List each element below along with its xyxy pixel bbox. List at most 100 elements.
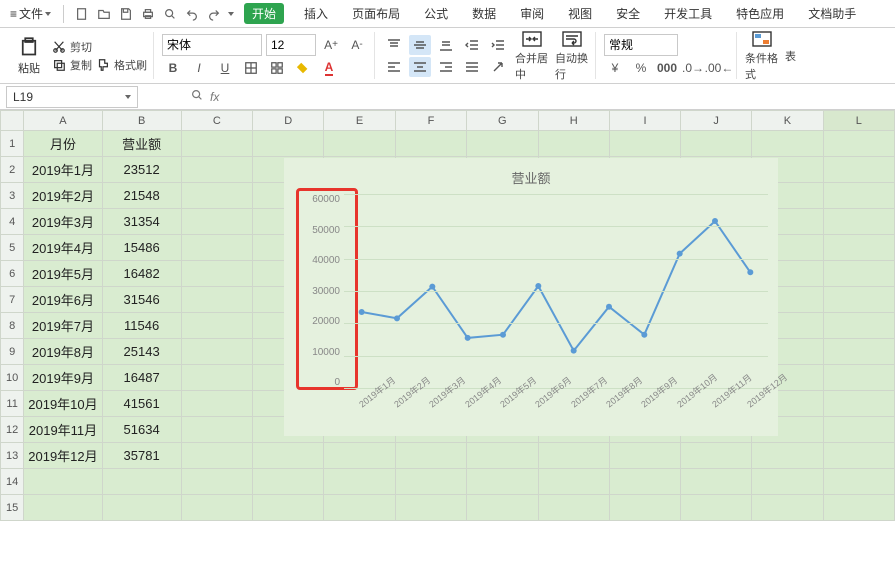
paste-button[interactable]: 粘贴 — [12, 36, 46, 76]
merge-center-button[interactable]: 合并居中 — [515, 30, 549, 82]
col-header-C[interactable]: C — [181, 111, 252, 131]
cell-B12[interactable]: 51634 — [102, 417, 181, 443]
bold-button[interactable]: B — [162, 58, 184, 78]
cell-G14[interactable] — [467, 469, 538, 495]
decrease-indent-icon[interactable] — [461, 35, 483, 55]
cell-J13[interactable] — [681, 443, 752, 469]
tab-doc-helper[interactable]: 文档助手 — [804, 3, 860, 24]
align-left-icon[interactable] — [383, 57, 405, 77]
cell-C11[interactable] — [181, 391, 252, 417]
cell-B7[interactable]: 31546 — [102, 287, 181, 313]
row-header-9[interactable]: 9 — [1, 339, 24, 365]
cell-A13[interactable]: 2019年12月 — [24, 443, 102, 469]
row-header-1[interactable]: 1 — [1, 131, 24, 157]
cell-A15[interactable] — [24, 495, 102, 521]
cell-I14[interactable] — [609, 469, 680, 495]
row-header-13[interactable]: 13 — [1, 443, 24, 469]
cell-A10[interactable]: 2019年9月 — [24, 365, 102, 391]
cell-B3[interactable]: 21548 — [102, 183, 181, 209]
cell-D1[interactable] — [253, 131, 324, 157]
file-menu-button[interactable]: ≡ 文件 — [4, 3, 57, 24]
cell-L3[interactable] — [823, 183, 894, 209]
cell-K1[interactable] — [752, 131, 823, 157]
col-header-J[interactable]: J — [681, 111, 752, 131]
cell-A2[interactable]: 2019年1月 — [24, 157, 102, 183]
cell-B5[interactable]: 15486 — [102, 235, 181, 261]
tab-view[interactable]: 视图 — [564, 3, 596, 24]
currency-icon[interactable]: ¥ — [604, 58, 626, 78]
col-header-H[interactable]: H — [538, 111, 609, 131]
cell-C1[interactable] — [181, 131, 252, 157]
cell-J1[interactable] — [681, 131, 752, 157]
cell-A9[interactable]: 2019年8月 — [24, 339, 102, 365]
row-header-5[interactable]: 5 — [1, 235, 24, 261]
align-bottom-icon[interactable] — [435, 35, 457, 55]
row-header-2[interactable]: 2 — [1, 157, 24, 183]
cell-F14[interactable] — [395, 469, 466, 495]
cell-C8[interactable] — [181, 313, 252, 339]
col-header-E[interactable]: E — [324, 111, 395, 131]
cell-L9[interactable] — [823, 339, 894, 365]
cell-C15[interactable] — [181, 495, 252, 521]
cell-J15[interactable] — [681, 495, 752, 521]
tab-developer[interactable]: 开发工具 — [660, 3, 716, 24]
number-format-select[interactable] — [604, 34, 678, 56]
cell-C6[interactable] — [181, 261, 252, 287]
cell-F15[interactable] — [395, 495, 466, 521]
cell-L10[interactable] — [823, 365, 894, 391]
tab-review[interactable]: 审阅 — [516, 3, 548, 24]
row-header-10[interactable]: 10 — [1, 365, 24, 391]
cell-L2[interactable] — [823, 157, 894, 183]
cell-B15[interactable] — [102, 495, 181, 521]
orientation-icon[interactable] — [487, 57, 509, 77]
undo-icon[interactable] — [184, 6, 200, 22]
cell-I15[interactable] — [609, 495, 680, 521]
cell-L5[interactable] — [823, 235, 894, 261]
row-header-15[interactable]: 15 — [1, 495, 24, 521]
cell-H1[interactable] — [538, 131, 609, 157]
wrap-text-button[interactable]: 自动换行 — [555, 30, 589, 82]
cell-E13[interactable] — [324, 443, 395, 469]
select-all-corner[interactable] — [1, 111, 24, 131]
cell-H15[interactable] — [538, 495, 609, 521]
increase-indent-icon[interactable] — [487, 35, 509, 55]
cell-A11[interactable]: 2019年10月 — [24, 391, 102, 417]
tab-formulas[interactable]: 公式 — [420, 3, 452, 24]
copy-button[interactable]: 复制 — [52, 57, 92, 73]
cell-A8[interactable]: 2019年7月 — [24, 313, 102, 339]
cell-L4[interactable] — [823, 209, 894, 235]
cell-F1[interactable] — [395, 131, 466, 157]
cell-B9[interactable]: 25143 — [102, 339, 181, 365]
increase-decimal-icon[interactable]: .0→ — [682, 58, 704, 78]
cell-A1[interactable]: 月份 — [24, 131, 102, 157]
cell-E1[interactable] — [324, 131, 395, 157]
font-size-select[interactable] — [266, 34, 316, 56]
font-color-button[interactable]: A — [318, 58, 340, 78]
cell-A3[interactable]: 2019年2月 — [24, 183, 102, 209]
align-top-icon[interactable] — [383, 35, 405, 55]
cell-K14[interactable] — [752, 469, 823, 495]
cell-A4[interactable]: 2019年3月 — [24, 209, 102, 235]
spreadsheet-grid[interactable]: ABCDEFGHIJKL1月份营业额22019年1月2351232019年2月2… — [0, 110, 895, 565]
cell-styles-button[interactable] — [266, 58, 288, 78]
row-header-4[interactable]: 4 — [1, 209, 24, 235]
row-header-12[interactable]: 12 — [1, 417, 24, 443]
cell-B4[interactable]: 31354 — [102, 209, 181, 235]
cell-C13[interactable] — [181, 443, 252, 469]
cell-B11[interactable]: 41561 — [102, 391, 181, 417]
cell-L14[interactable] — [823, 469, 894, 495]
cell-E14[interactable] — [324, 469, 395, 495]
col-header-L[interactable]: L — [823, 111, 894, 131]
cell-G13[interactable] — [467, 443, 538, 469]
cell-L15[interactable] — [823, 495, 894, 521]
cell-I13[interactable] — [609, 443, 680, 469]
col-header-D[interactable]: D — [253, 111, 324, 131]
cell-B2[interactable]: 23512 — [102, 157, 181, 183]
decrease-font-icon[interactable]: A- — [346, 35, 368, 55]
cell-L6[interactable] — [823, 261, 894, 287]
cell-G15[interactable] — [467, 495, 538, 521]
cell-B14[interactable] — [102, 469, 181, 495]
tab-page-layout[interactable]: 页面布局 — [348, 3, 404, 24]
qat-dropdown-icon[interactable] — [228, 12, 234, 16]
col-header-A[interactable]: A — [24, 111, 102, 131]
